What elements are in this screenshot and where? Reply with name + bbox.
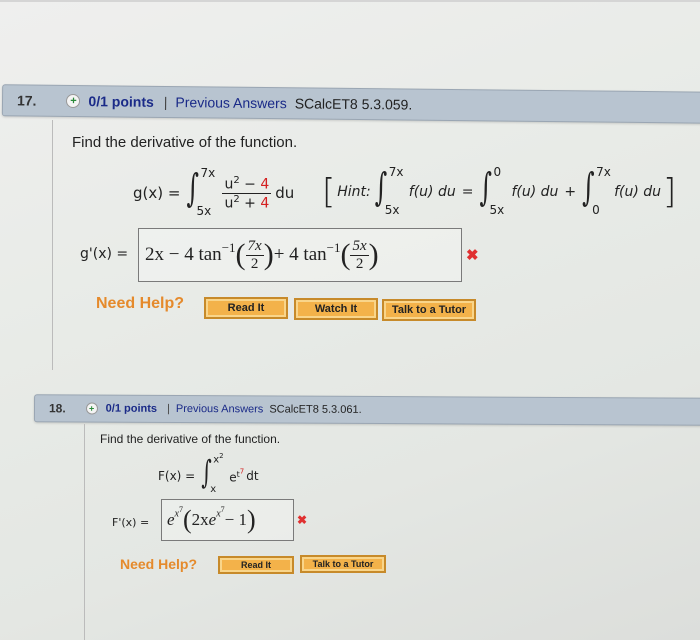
plus-circle-icon[interactable]: + <box>66 93 81 109</box>
reference-label: SCalcET8 5.3.061. <box>269 403 362 416</box>
answer-label: g'(x) = <box>80 246 129 262</box>
talk-to-tutor-button[interactable]: Talk to a Tutor <box>382 299 476 321</box>
answer-label: F'(x) = <box>112 516 150 529</box>
answer-expression: 2x − 4 tan −1 ( 7x 2 ) + 4 tan −1 ( 5x 2 ) <box>145 237 379 272</box>
upper-limit: 7x <box>200 166 216 180</box>
question-17-function: g(x) = ∫ 7x 5x u2 − 4 u2 + 4 du <box>133 166 295 218</box>
differential: dt <box>246 469 259 483</box>
question-number: 18. <box>48 401 66 416</box>
answer-box[interactable]: e x7 ( 2x e x7 − 1 ) <box>161 499 294 541</box>
hint: [ Hint: ∫ 7x 5x f(u) du = ∫ 0 5x f(u) du… <box>322 164 677 217</box>
lower-limit: 5x <box>196 204 212 218</box>
talk-to-tutor-button[interactable]: Talk to a Tutor <box>300 555 386 573</box>
question-18-prompt: Find the derivative of the function. <box>100 432 281 446</box>
lower-limit: x <box>210 484 217 495</box>
question-18-left-rule <box>84 424 85 640</box>
need-help-label: Need Help? <box>120 556 198 572</box>
hint-bracket-open: [ <box>322 172 336 212</box>
integrand: et7 <box>229 467 245 485</box>
reference-label: SCalcET8 5.3.059. <box>294 95 413 113</box>
question-18-header: 18. + 0/1 points | Previous Answers SCal… <box>33 394 700 426</box>
separator: | <box>163 93 168 111</box>
question-17-header: 17. + 0/1 points | Previous Answers SCal… <box>1 84 700 124</box>
points-label: 0/1 points <box>88 93 154 110</box>
function-lhs: g(x) = <box>133 184 181 202</box>
question-17-prompt: Find the derivative of the function. <box>72 134 298 151</box>
integrand-fraction: u2 − 4 u2 + 4 <box>222 174 272 212</box>
function-lhs: F(x) = <box>158 469 196 483</box>
answer-box[interactable]: 2x − 4 tan −1 ( 7x 2 ) + 4 tan −1 ( 5x 2 ) <box>138 228 462 282</box>
incorrect-x-icon: ✖ <box>466 247 479 264</box>
question-18-function: F(x) = ∫ x2 x et7 dt <box>158 452 259 496</box>
question-number: 17. <box>16 92 37 109</box>
hint-label: Hint: <box>337 184 371 200</box>
previous-answers-link[interactable]: Previous Answers <box>176 403 263 415</box>
read-it-button[interactable]: Read It <box>204 297 288 319</box>
previous-answers-link[interactable]: Previous Answers <box>175 94 286 111</box>
read-it-button[interactable]: Read It <box>218 556 294 574</box>
question-17-left-rule <box>52 120 53 370</box>
upper-limit: x2 <box>213 452 224 466</box>
separator: | <box>167 402 170 415</box>
differential: du <box>275 184 295 202</box>
plus-circle-icon[interactable]: + <box>85 402 98 415</box>
answer-expression: e x7 ( 2x e x7 − 1 ) <box>167 505 256 534</box>
need-help-label: Need Help? <box>96 295 185 312</box>
top-divider <box>0 0 700 2</box>
points-label: 0/1 points <box>105 402 158 415</box>
hint-bracket-close: ] <box>663 172 677 212</box>
watch-it-button[interactable]: Watch It <box>294 298 378 320</box>
incorrect-x-icon: ✖ <box>297 513 308 527</box>
